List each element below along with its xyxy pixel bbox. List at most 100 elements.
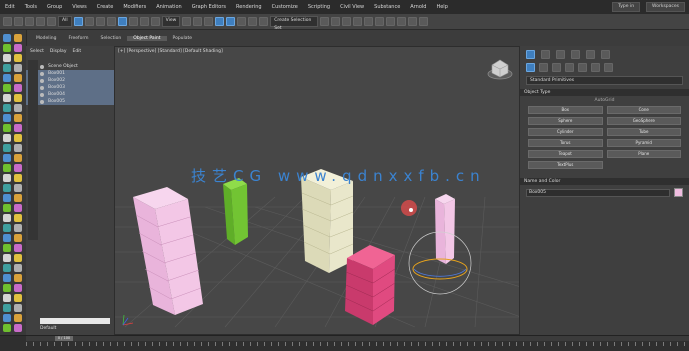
object-name-field[interactable]: Box005 bbox=[526, 188, 670, 197]
menu-item-graph-editors[interactable]: Graph Editors bbox=[187, 4, 231, 10]
spinner-snap-icon[interactable] bbox=[248, 17, 258, 26]
tool-strip-icon[interactable] bbox=[14, 64, 22, 72]
tool-strip-icon[interactable] bbox=[3, 114, 11, 122]
tool-strip-icon[interactable] bbox=[14, 54, 22, 62]
create-tab-icon[interactable] bbox=[526, 50, 535, 59]
tool-strip-icon[interactable] bbox=[3, 204, 11, 212]
tool-strip-icon[interactable] bbox=[3, 124, 11, 132]
tool-strip-icon[interactable] bbox=[3, 304, 11, 312]
tool-strip-icon[interactable] bbox=[14, 84, 22, 92]
tool-strip-icon[interactable] bbox=[14, 284, 22, 292]
tool-strip-icon[interactable] bbox=[14, 274, 22, 282]
tool-strip-icon[interactable] bbox=[3, 284, 11, 292]
menu-item-substance[interactable]: Substance bbox=[369, 4, 405, 10]
menu-item-arnold[interactable]: Arnold bbox=[405, 4, 431, 10]
time-slider-thumb[interactable]: 0 / 100 bbox=[55, 336, 73, 341]
tool-strip-icon[interactable] bbox=[3, 184, 11, 192]
tool-strip-icon[interactable] bbox=[14, 254, 22, 262]
tab-display[interactable]: Display bbox=[50, 49, 67, 54]
tool-strip-icon[interactable] bbox=[3, 314, 11, 322]
tab-modeling[interactable]: Modeling bbox=[30, 36, 62, 41]
snaps-toggle-icon[interactable] bbox=[215, 17, 225, 26]
tool-strip-icon[interactable] bbox=[14, 184, 22, 192]
schematic-view-icon[interactable] bbox=[375, 17, 385, 26]
systems-icon[interactable] bbox=[604, 63, 613, 72]
eye-icon[interactable] bbox=[40, 71, 44, 76]
tool-strip-icon[interactable] bbox=[14, 94, 22, 102]
tab-select[interactable]: Select bbox=[30, 49, 44, 54]
shapes-icon[interactable] bbox=[539, 63, 548, 72]
tool-strip-icon[interactable] bbox=[14, 34, 22, 42]
tool-strip-icon[interactable] bbox=[14, 204, 22, 212]
tool-strip-icon[interactable] bbox=[3, 264, 11, 272]
explorer-row[interactable]: Box004 bbox=[26, 91, 114, 98]
tab-edit[interactable]: Edit bbox=[72, 49, 81, 54]
rectangular-selection-icon[interactable] bbox=[95, 17, 105, 26]
tool-strip-icon[interactable] bbox=[3, 64, 11, 72]
tool-strip-icon[interactable] bbox=[3, 224, 11, 232]
place-icon[interactable] bbox=[150, 17, 160, 26]
menu-item-help[interactable]: Help bbox=[431, 4, 452, 10]
window-crossing-icon[interactable] bbox=[106, 17, 116, 26]
menu-item-civil-view[interactable]: Civil View bbox=[335, 4, 369, 10]
lights-icon[interactable] bbox=[552, 63, 561, 72]
eye-icon[interactable] bbox=[40, 85, 44, 90]
tool-strip-icon[interactable] bbox=[14, 304, 22, 312]
menu-item-group[interactable]: Group bbox=[42, 4, 67, 10]
box-button[interactable]: Box bbox=[528, 106, 603, 114]
tab-freeform[interactable]: Freeform bbox=[62, 36, 94, 41]
render-icon[interactable] bbox=[419, 17, 429, 26]
tube-button[interactable]: Tube bbox=[606, 128, 681, 136]
box-magenta[interactable] bbox=[344, 245, 396, 325]
space-warps-icon[interactable] bbox=[591, 63, 600, 72]
tool-strip-icon[interactable] bbox=[14, 154, 22, 162]
modify-tab-icon[interactable] bbox=[541, 50, 550, 59]
explorer-row[interactable]: Box002 bbox=[26, 77, 114, 84]
tool-strip-icon[interactable] bbox=[14, 244, 22, 252]
tool-strip-icon[interactable] bbox=[14, 314, 22, 322]
tool-strip-icon[interactable] bbox=[14, 114, 22, 122]
tool-strip-icon[interactable] bbox=[3, 134, 11, 142]
bind-space-warp-icon[interactable] bbox=[47, 17, 56, 26]
tool-strip-icon[interactable] bbox=[3, 324, 11, 332]
perspective-viewport[interactable]: [+] [Perspective] [Standard] [Default Sh… bbox=[114, 46, 520, 335]
tool-strip-icon[interactable] bbox=[3, 214, 11, 222]
sphere-button[interactable]: Sphere bbox=[528, 117, 603, 125]
menu-item-create[interactable]: Create bbox=[92, 4, 119, 10]
eye-icon[interactable] bbox=[40, 92, 44, 97]
ribbon-toggle-icon[interactable] bbox=[353, 17, 363, 26]
viewcube-icon[interactable] bbox=[487, 59, 513, 80]
rotate-icon[interactable] bbox=[128, 17, 138, 26]
unlink-icon[interactable] bbox=[36, 17, 45, 26]
scale-icon[interactable] bbox=[139, 17, 149, 26]
tab-selection[interactable]: Selection bbox=[95, 36, 128, 41]
explorer-name-field[interactable] bbox=[40, 318, 110, 324]
cone-button[interactable]: Cone bbox=[606, 106, 681, 114]
tool-strip-icon[interactable] bbox=[14, 134, 22, 142]
autogrid-checkbox[interactable]: AutoGrid bbox=[520, 96, 689, 103]
tool-strip-icon[interactable] bbox=[3, 34, 11, 42]
menu-item-views[interactable]: Views bbox=[67, 4, 91, 10]
rollout-name-color[interactable]: Name and Color bbox=[520, 178, 689, 185]
tool-strip-icon[interactable] bbox=[14, 324, 22, 332]
tool-strip-icon[interactable] bbox=[14, 264, 22, 272]
explorer-row[interactable]: Box003 bbox=[26, 84, 114, 91]
mirror-icon[interactable] bbox=[320, 17, 330, 26]
explorer-row[interactable]: Scene Object bbox=[26, 63, 114, 70]
eye-icon[interactable] bbox=[40, 99, 44, 104]
tool-strip-icon[interactable] bbox=[3, 144, 11, 152]
tool-strip-icon[interactable] bbox=[14, 224, 22, 232]
tool-strip-icon[interactable] bbox=[3, 104, 11, 112]
tool-strip-icon[interactable] bbox=[3, 244, 11, 252]
tool-strip-icon[interactable] bbox=[3, 274, 11, 282]
tool-strip-icon[interactable] bbox=[14, 164, 22, 172]
tool-strip-icon[interactable] bbox=[3, 84, 11, 92]
geosphere-button[interactable]: GeoSphere bbox=[606, 117, 681, 125]
rendered-frame-icon[interactable] bbox=[408, 17, 418, 26]
select-manipulate-icon[interactable] bbox=[193, 17, 203, 26]
undo-icon[interactable] bbox=[3, 17, 12, 26]
menu-item-rendering[interactable]: Rendering bbox=[231, 4, 267, 10]
tool-strip-icon[interactable] bbox=[3, 54, 11, 62]
move-icon[interactable] bbox=[117, 17, 127, 26]
tool-strip-icon[interactable] bbox=[14, 104, 22, 112]
